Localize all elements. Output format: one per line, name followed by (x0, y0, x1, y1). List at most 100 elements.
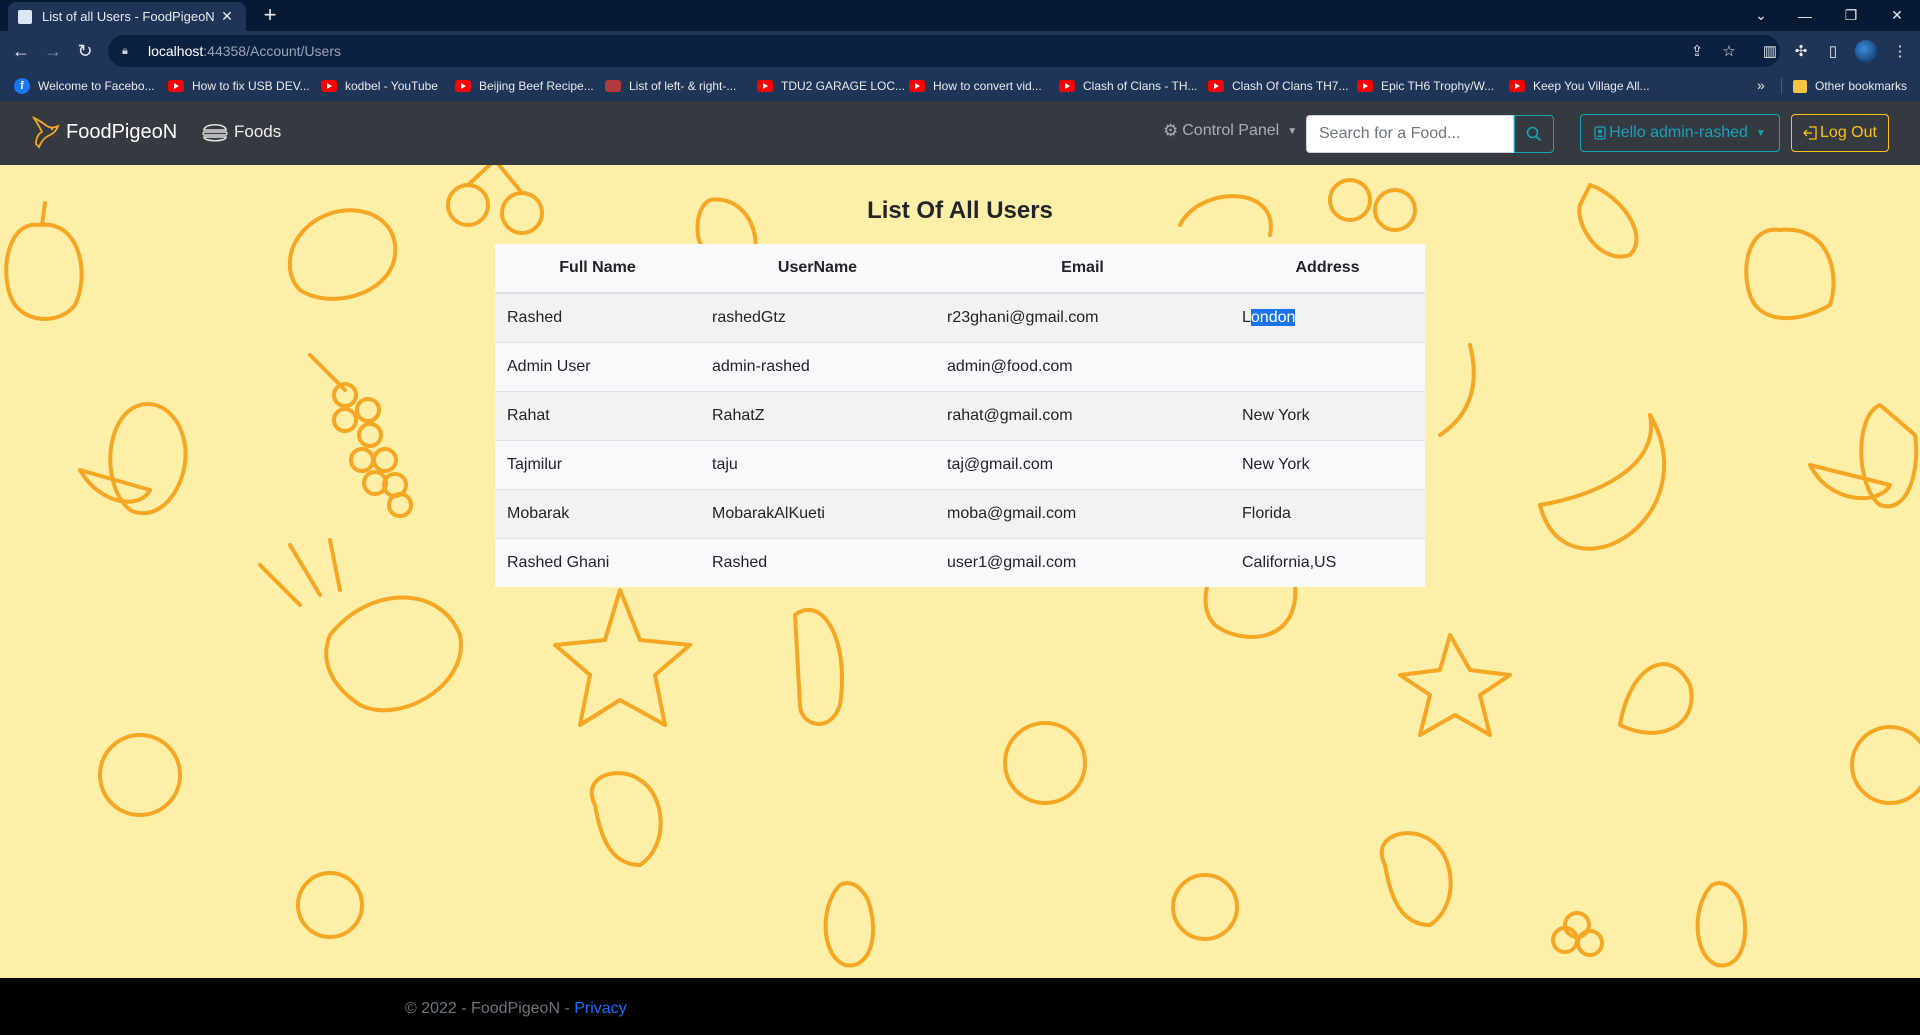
lock-icon: 🔒︎ (122, 44, 128, 57)
bookmark-item[interactable]: Beijing Beef Recipe... (455, 71, 594, 101)
starfruit-icon (553, 588, 692, 727)
bookmark-item[interactable]: How to convert vid... (909, 71, 1042, 101)
bookmark-label: TDU2 GARAGE LOC... (781, 79, 906, 93)
cell-username: RahatZ (700, 390, 935, 440)
bookmark-item[interactable]: f Welcome to Facebo... (14, 71, 155, 101)
reload-icon[interactable]: ↻ (73, 39, 97, 63)
orange-icon (1003, 721, 1087, 805)
search-button[interactable] (1514, 115, 1554, 153)
bookmark-item[interactable]: List of left- & right-... (605, 71, 736, 101)
column-header-username: UserName (700, 244, 935, 294)
bookmark-item[interactable]: How to fix USB DEV... (168, 71, 310, 101)
bookmark-item[interactable]: Keep You Village All... (1509, 71, 1650, 101)
cell-username: taju (700, 439, 935, 489)
site-icon (605, 80, 621, 92)
cell-full-name: Mobarak (495, 488, 700, 538)
privacy-link[interactable]: Privacy (574, 1000, 626, 1017)
column-header-email: Email (935, 244, 1230, 294)
table-row: Admin User admin-rashed admin@food.com (495, 341, 1425, 391)
side-panel-icon[interactable]: ▯ (1823, 42, 1843, 62)
logout-button[interactable]: Log Out (1791, 114, 1889, 152)
restore-icon[interactable]: ❐ (1828, 0, 1874, 31)
control-panel-dropdown[interactable]: ⚙ Control Panel ▼ (1163, 121, 1297, 141)
cell-address: Florida (1230, 488, 1425, 538)
menu-kebab-icon[interactable]: ⋮ (1890, 42, 1910, 62)
cell-email: moba@gmail.com (935, 488, 1230, 538)
cell-username: rashedGtz (700, 292, 935, 342)
folder-icon (1793, 79, 1807, 93)
cell-address: California,US (1230, 537, 1425, 587)
browser-toolbar: ← → ↻ 🔒︎ localhost :44358/Account/Users (0, 31, 1920, 71)
puzzle-icon[interactable]: ✣ (1791, 42, 1811, 62)
bookmarks-divider (1781, 78, 1782, 94)
bookmark-label: How to fix USB DEV... (192, 79, 310, 93)
youtube-icon (321, 80, 337, 92)
table-row: Rashed rashedGtz r23ghani@gmail.com Lond… (495, 292, 1425, 342)
column-header-address: Address (1230, 244, 1425, 294)
control-panel-label: Control Panel (1182, 122, 1280, 139)
browser-tab-strip: List of all Users - FoodPigeoN ✕ + ⌄ — ❐… (0, 0, 1920, 31)
table-row: Mobarak MobarakAlKueti moba@gmail.com Fl… (495, 488, 1425, 538)
bookmark-item[interactable]: Clash Of Clans TH7... (1208, 71, 1348, 101)
new-tab-icon[interactable]: + (256, 3, 284, 27)
close-tab-icon[interactable]: ✕ (218, 8, 236, 25)
citrus-slice-icon (296, 871, 364, 939)
youtube-icon (455, 80, 471, 92)
other-bookmarks[interactable]: Other bookmarks (1793, 71, 1907, 101)
tab-search-icon[interactable]: ⌄ (1738, 0, 1784, 31)
citrus-slice-icon (1171, 873, 1239, 941)
strawberry-icon (590, 771, 663, 867)
nav-foods-link[interactable]: Foods (200, 117, 281, 147)
extension-icon[interactable]: ▥ (1760, 42, 1780, 62)
selected-text: ondon (1250, 308, 1296, 326)
forward-icon[interactable]: → (41, 39, 65, 63)
bookmark-item[interactable]: Clash of Clans - TH... (1059, 71, 1197, 101)
starfruit-icon (1398, 633, 1512, 737)
brand-link[interactable]: FoodPigeoN (30, 114, 177, 150)
bookmarks-bar: f Welcome to Facebo... How to fix USB DEV… (0, 71, 1920, 101)
logout-icon (1803, 126, 1817, 140)
youtube-icon (1509, 80, 1525, 92)
cell-email: user1@gmail.com (935, 537, 1230, 587)
apple-icon (1744, 227, 1836, 321)
orange-icon (1850, 725, 1920, 805)
user-menu-button[interactable]: Hello admin-rashed ▼ (1580, 114, 1780, 152)
cell-email: rahat@gmail.com (935, 390, 1230, 440)
lime-slice-icon (1618, 662, 1694, 735)
cell-address (1230, 341, 1425, 391)
url-path: :44358/Account/Users (203, 43, 342, 59)
bookmark-label: kodbel - YouTube (345, 79, 438, 93)
apple-icon (4, 222, 84, 321)
bookmark-star-icon[interactable]: ☆ (1719, 42, 1739, 60)
bookmark-item[interactable]: TDU2 GARAGE LOC... (757, 71, 905, 101)
address-text: L (1242, 308, 1251, 326)
pineapple-icon (324, 595, 463, 713)
minimize-icon[interactable]: — (1782, 0, 1828, 31)
profile-avatar[interactable] (1855, 40, 1877, 62)
cell-full-name: Admin User (495, 341, 700, 391)
share-icon[interactable]: ⇪ (1687, 42, 1707, 60)
caret-down-icon: ▼ (1287, 125, 1298, 137)
avocado-icon (1695, 881, 1748, 968)
table-row: Rashed Ghani Rashed user1@gmail.com Cali… (495, 537, 1425, 587)
youtube-icon (1357, 80, 1373, 92)
back-icon[interactable]: ← (9, 39, 33, 63)
gear-icon: ⚙ (1163, 121, 1179, 140)
bookmark-item[interactable]: Epic TH6 Trophy/W... (1357, 71, 1494, 101)
orange-slice-icon (1808, 463, 1892, 500)
more-bookmarks-icon[interactable]: » (1757, 77, 1765, 93)
food-search-input[interactable] (1306, 115, 1514, 153)
close-window-icon[interactable]: ✕ (1874, 0, 1920, 31)
user-badge-icon (1594, 126, 1606, 140)
bookmark-item[interactable]: kodbel - YouTube (321, 71, 438, 101)
url-host: localhost (148, 43, 204, 59)
banana-icon (1538, 413, 1666, 551)
address-bar[interactable]: 🔒︎ localhost :44358/Account/Users (108, 35, 1780, 67)
cell-address: New York (1230, 439, 1425, 489)
youtube-icon (168, 80, 184, 92)
cell-email: r23ghani@gmail.com (935, 292, 1230, 342)
cell-full-name: Rashed Ghani (495, 537, 700, 587)
page-favicon-icon (18, 9, 32, 24)
page-title: List Of All Users (867, 197, 1053, 224)
browser-tab[interactable]: List of all Users - FoodPigeoN ✕ (8, 2, 246, 31)
